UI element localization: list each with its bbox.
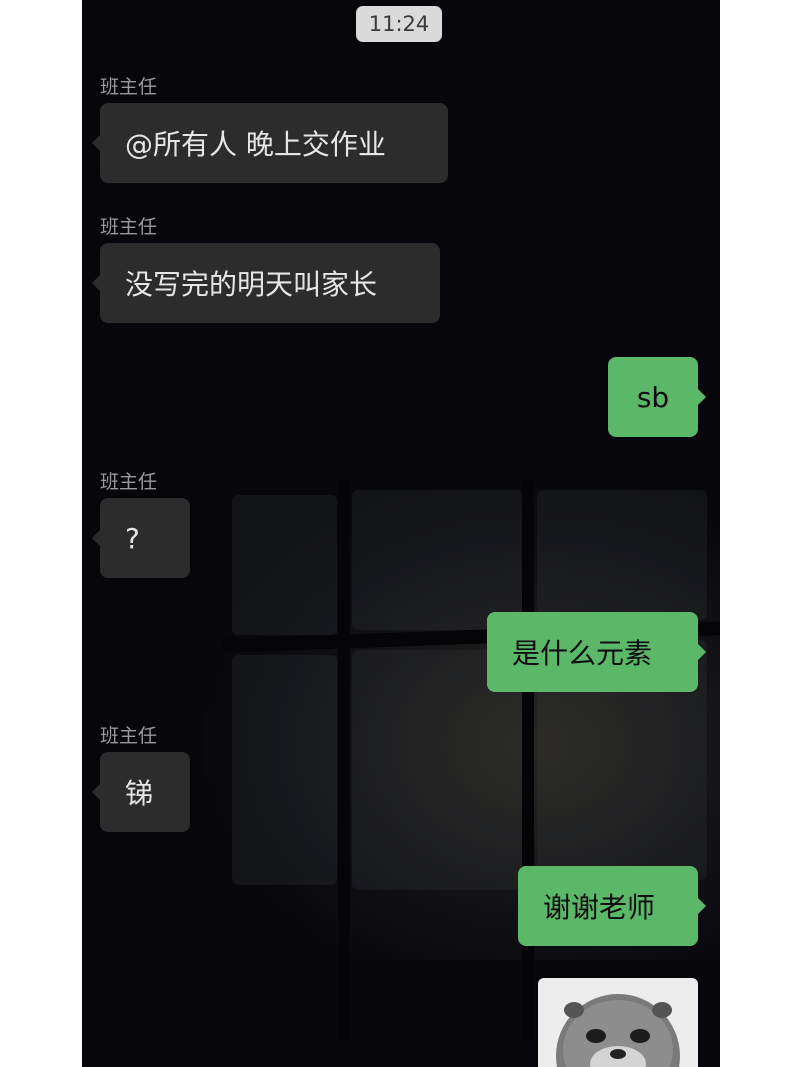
outgoing-message-bubble[interactable]: 谢谢老师 [518,866,706,946]
background-window-pane [352,490,522,630]
incoming-message-bubble[interactable]: ? [92,498,190,578]
background-window-frame [338,480,350,1040]
background-window-pane [537,490,707,620]
incoming-message-bubble[interactable]: 锑 [92,752,190,832]
outgoing-message-bubble[interactable]: 是什么元素 [487,612,706,692]
background-window-pane [232,655,337,885]
otter-sticker-icon[interactable] [538,978,698,1067]
sender-name: 班主任 [100,216,158,238]
incoming-message-bubble[interactable]: @所有人 晚上交作业 [92,103,448,183]
background-window-pane [232,495,337,635]
outgoing-message-bubble[interactable]: sb [608,357,706,437]
sender-name: 班主任 [100,725,158,747]
otter-sticker-image [556,994,680,1067]
chat-screen: 11:24 班主任 @所有人 晚上交作业 班主任 没写完的明天叫家长 sb 班主… [82,0,720,1067]
incoming-message-bubble[interactable]: 没写完的明天叫家长 [92,243,440,323]
sender-name: 班主任 [100,471,158,493]
background-window-frame [522,480,534,1040]
timestamp-pill: 11:24 [356,6,442,42]
sender-name: 班主任 [100,76,158,98]
